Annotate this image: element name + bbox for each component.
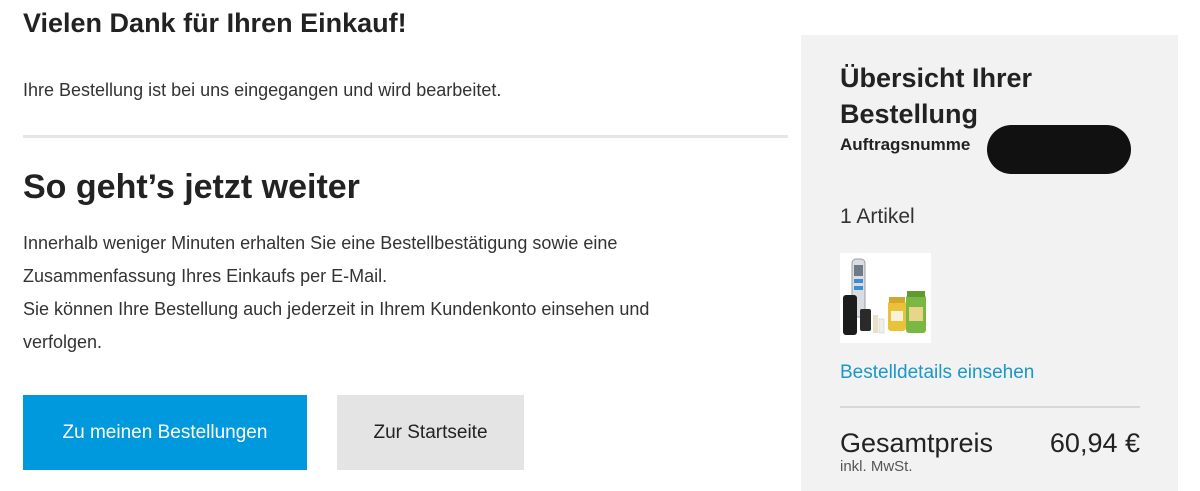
my-orders-button[interactable]: Zu meinen Bestellungen [23, 395, 307, 470]
summary-divider [840, 406, 1140, 408]
order-summary-panel: Übersicht Ihrer Bestellung Auftragsnumme… [801, 35, 1178, 491]
redacted-order-number [987, 125, 1131, 174]
item-count: 1 Artikel [840, 205, 915, 228]
product-image-icon [840, 253, 931, 343]
next-steps-line: Zusammenfassung Ihres Einkaufs per E-Mai… [23, 266, 388, 286]
thanks-title: Vielen Dank für Ihren Einkauf! [23, 8, 407, 38]
home-button[interactable]: Zur Startseite [337, 395, 524, 470]
next-steps-title: So geht’s jetzt weiter [23, 168, 360, 206]
next-steps-line: Innerhalb weniger Minuten erhalten Sie e… [23, 233, 618, 253]
order-number-label: Auftragsnumme [840, 135, 971, 154]
order-confirmation-page: Vielen Dank für Ihren Einkauf! Ihre Best… [0, 0, 1200, 491]
total-price: 60,94 € [1049, 428, 1140, 458]
next-steps-line: Sie können Ihre Bestellung auch jederzei… [23, 299, 650, 319]
section-divider [23, 135, 788, 138]
next-steps-line: verfolgen. [23, 332, 103, 352]
order-details-link[interactable]: Bestelldetails einsehen [840, 361, 1034, 385]
product-thumbnail[interactable] [840, 253, 931, 343]
order-received-text: Ihre Bestellung ist bei uns eingegangen … [23, 80, 502, 100]
summary-title: Übersicht Ihrer Bestellung [840, 63, 1033, 129]
total-label: Gesamtpreis [840, 428, 994, 458]
tax-note: inkl. MwSt. [840, 458, 913, 475]
next-steps-text: Innerhalb weniger Minuten erhalten Sie e… [23, 227, 773, 359]
